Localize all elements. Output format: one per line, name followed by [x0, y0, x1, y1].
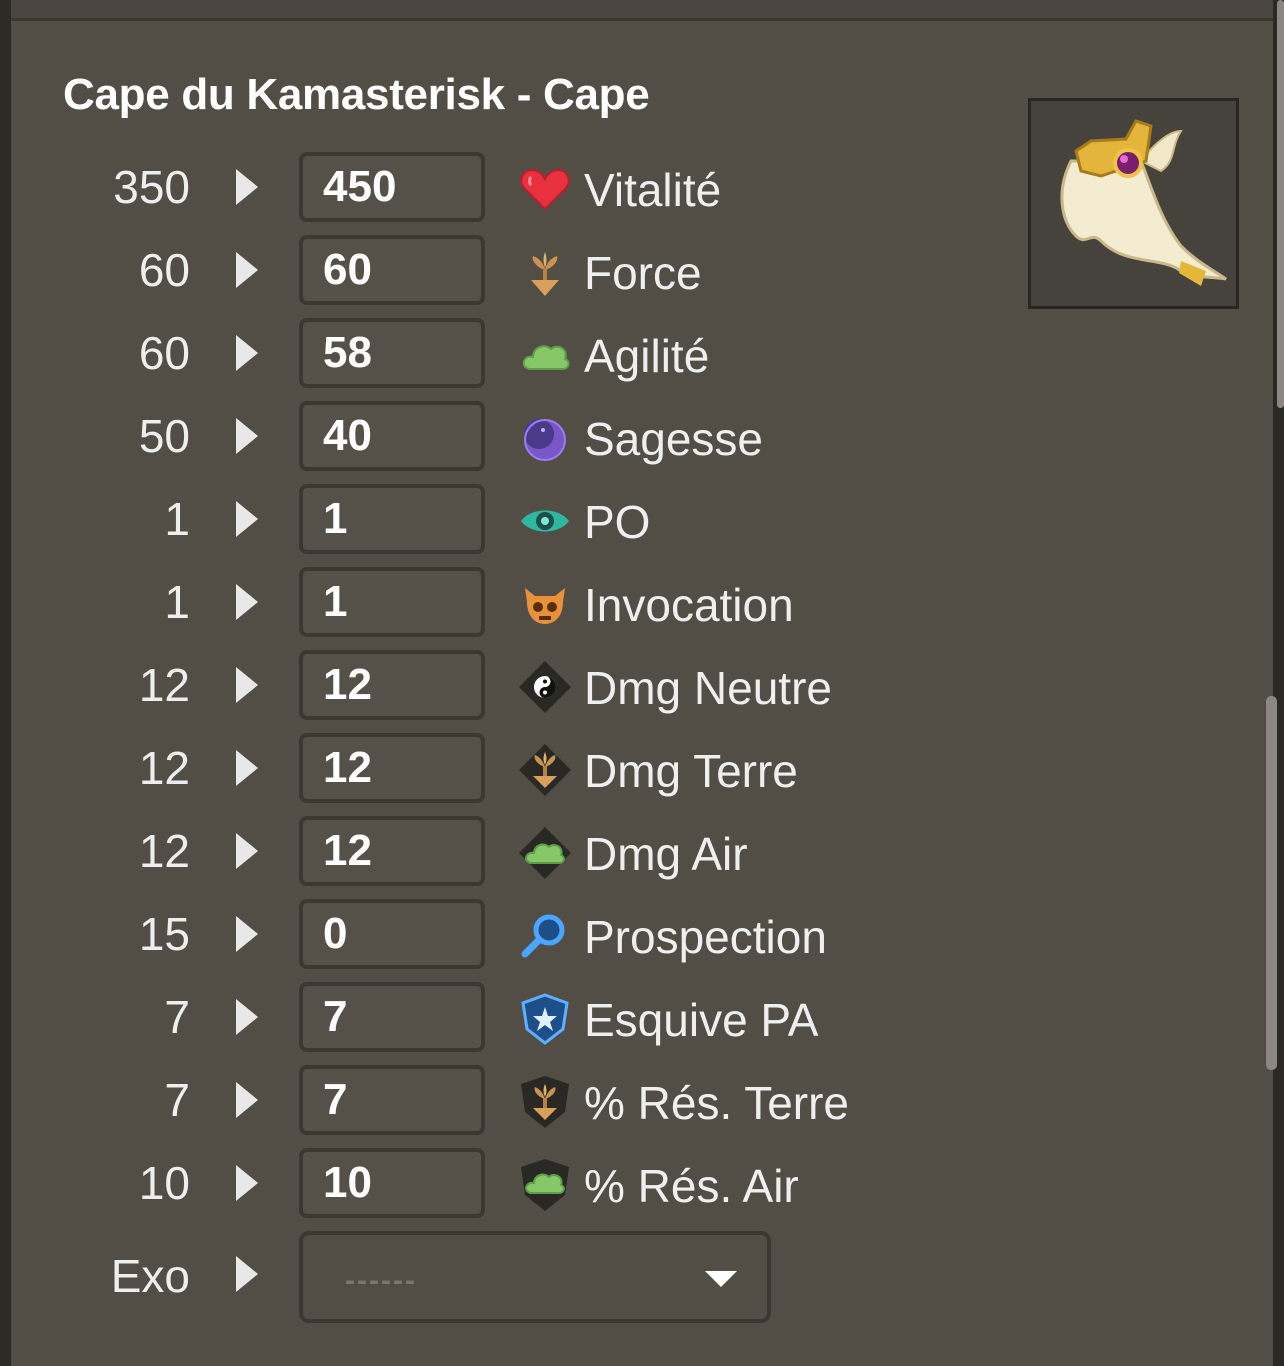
stat-base-value: 1: [164, 493, 190, 545]
stat-base-value: 12: [138, 742, 190, 794]
item-title: Cape du Kamasterisk - Cape: [63, 70, 650, 119]
exo-arrow-button[interactable]: [236, 1256, 258, 1292]
stat-value-input[interactable]: [299, 1065, 485, 1135]
stat-label: PO: [584, 496, 651, 548]
stat-label: Dmg Neutre: [584, 662, 832, 714]
stat-row: 12 Dmg Air: [0, 816, 1000, 886]
stat-base-value: 12: [138, 825, 190, 877]
cape-image: [1028, 98, 1239, 309]
stat-value-input[interactable]: [299, 733, 485, 803]
stat-value-input[interactable]: [299, 318, 485, 388]
apply-arrow-button[interactable]: [236, 750, 258, 786]
top-divider: [11, 0, 1273, 21]
apply-arrow-button[interactable]: [236, 999, 258, 1035]
stat-value-input[interactable]: [299, 152, 485, 222]
apply-arrow-button[interactable]: [236, 418, 258, 454]
apply-arrow-button[interactable]: [236, 1165, 258, 1201]
air-damage-icon: [517, 825, 573, 881]
stat-base-value: 350: [113, 161, 190, 213]
stat-value-input[interactable]: [299, 401, 485, 471]
apply-arrow-button[interactable]: [236, 916, 258, 952]
stat-label: Dmg Terre: [584, 745, 798, 797]
stat-value-input[interactable]: [299, 982, 485, 1052]
magnifier-icon: [517, 908, 573, 964]
stat-row: 1 PO: [0, 484, 1000, 554]
stat-row: 50 Sagesse: [0, 401, 1000, 471]
apply-arrow-button[interactable]: [236, 501, 258, 537]
air-cloud-icon: [517, 327, 573, 383]
stat-base-value: 60: [138, 327, 190, 379]
stat-label: Agilité: [584, 330, 710, 382]
apply-arrow-button[interactable]: [236, 1082, 258, 1118]
exo-selected-value: ------: [345, 1264, 417, 1297]
apply-arrow-button[interactable]: [236, 169, 258, 205]
skull-icon: [517, 576, 573, 632]
stat-base-value: 60: [138, 244, 190, 296]
stat-value-input[interactable]: [299, 484, 485, 554]
stat-label: Vitalité: [584, 164, 722, 216]
eye-icon: [517, 493, 573, 549]
shield-star-icon: [517, 991, 573, 1047]
stat-base-value: 15: [138, 908, 190, 960]
earth-resistance-icon: [517, 1074, 573, 1130]
stat-label: Esquive PA: [584, 994, 819, 1046]
stat-row: 7 % Rés. Terre: [0, 1065, 1000, 1135]
air-resistance-icon: [517, 1157, 573, 1213]
stat-value-input[interactable]: [299, 816, 485, 886]
chevron-down-icon: [705, 1271, 737, 1287]
exo-label: Exo: [110, 1250, 190, 1302]
stat-row: 350 Vitalité: [0, 152, 1000, 222]
stat-base-value: 50: [138, 410, 190, 462]
apply-arrow-button[interactable]: [236, 252, 258, 288]
moon-icon: [517, 410, 573, 466]
stat-base-value: 7: [164, 991, 190, 1043]
exo-dropdown[interactable]: ------: [299, 1231, 771, 1323]
neutral-damage-icon: [517, 659, 573, 715]
stat-label: Dmg Air: [584, 828, 748, 880]
apply-arrow-button[interactable]: [236, 833, 258, 869]
stat-value-input[interactable]: [299, 1148, 485, 1218]
apply-arrow-button[interactable]: [236, 584, 258, 620]
stat-label: Sagesse: [584, 413, 764, 465]
stat-label: Invocation: [584, 579, 794, 631]
stat-row: 12 Dmg Terre: [0, 733, 1000, 803]
stat-label: % Rés. Air: [584, 1160, 799, 1212]
earth-damage-icon: [517, 742, 573, 798]
stat-value-input[interactable]: [299, 567, 485, 637]
apply-arrow-button[interactable]: [236, 335, 258, 371]
stat-row: 60 Agilité: [0, 318, 1000, 388]
earth-sprout-icon: [517, 244, 573, 300]
stat-base-value: 10: [138, 1157, 190, 1209]
stat-base-value: 12: [138, 659, 190, 711]
heart-icon: [517, 161, 573, 217]
stat-label: Prospection: [584, 911, 827, 963]
stat-row: 7 Esquive PA: [0, 982, 1000, 1052]
stat-row: 60 Force: [0, 235, 1000, 305]
stat-row: 10 % Rés. Air: [0, 1148, 1000, 1218]
stat-value-input[interactable]: [299, 235, 485, 305]
stat-label: % Rés. Terre: [584, 1077, 850, 1129]
stat-row: 1 Invocation: [0, 567, 1000, 637]
stat-row: 15 Prospection: [0, 899, 1000, 969]
scrollbar-thumb[interactable]: [1277, 0, 1284, 408]
stat-value-input[interactable]: [299, 650, 485, 720]
stat-base-value: 7: [164, 1074, 190, 1126]
stat-row: 12 Dmg Neutre: [0, 650, 1000, 720]
stat-label: Force: [584, 247, 702, 299]
stat-value-input[interactable]: [299, 899, 485, 969]
inner-scrollbar-thumb[interactable]: [1266, 696, 1277, 1070]
apply-arrow-button[interactable]: [236, 667, 258, 703]
stat-base-value: 1: [164, 576, 190, 628]
